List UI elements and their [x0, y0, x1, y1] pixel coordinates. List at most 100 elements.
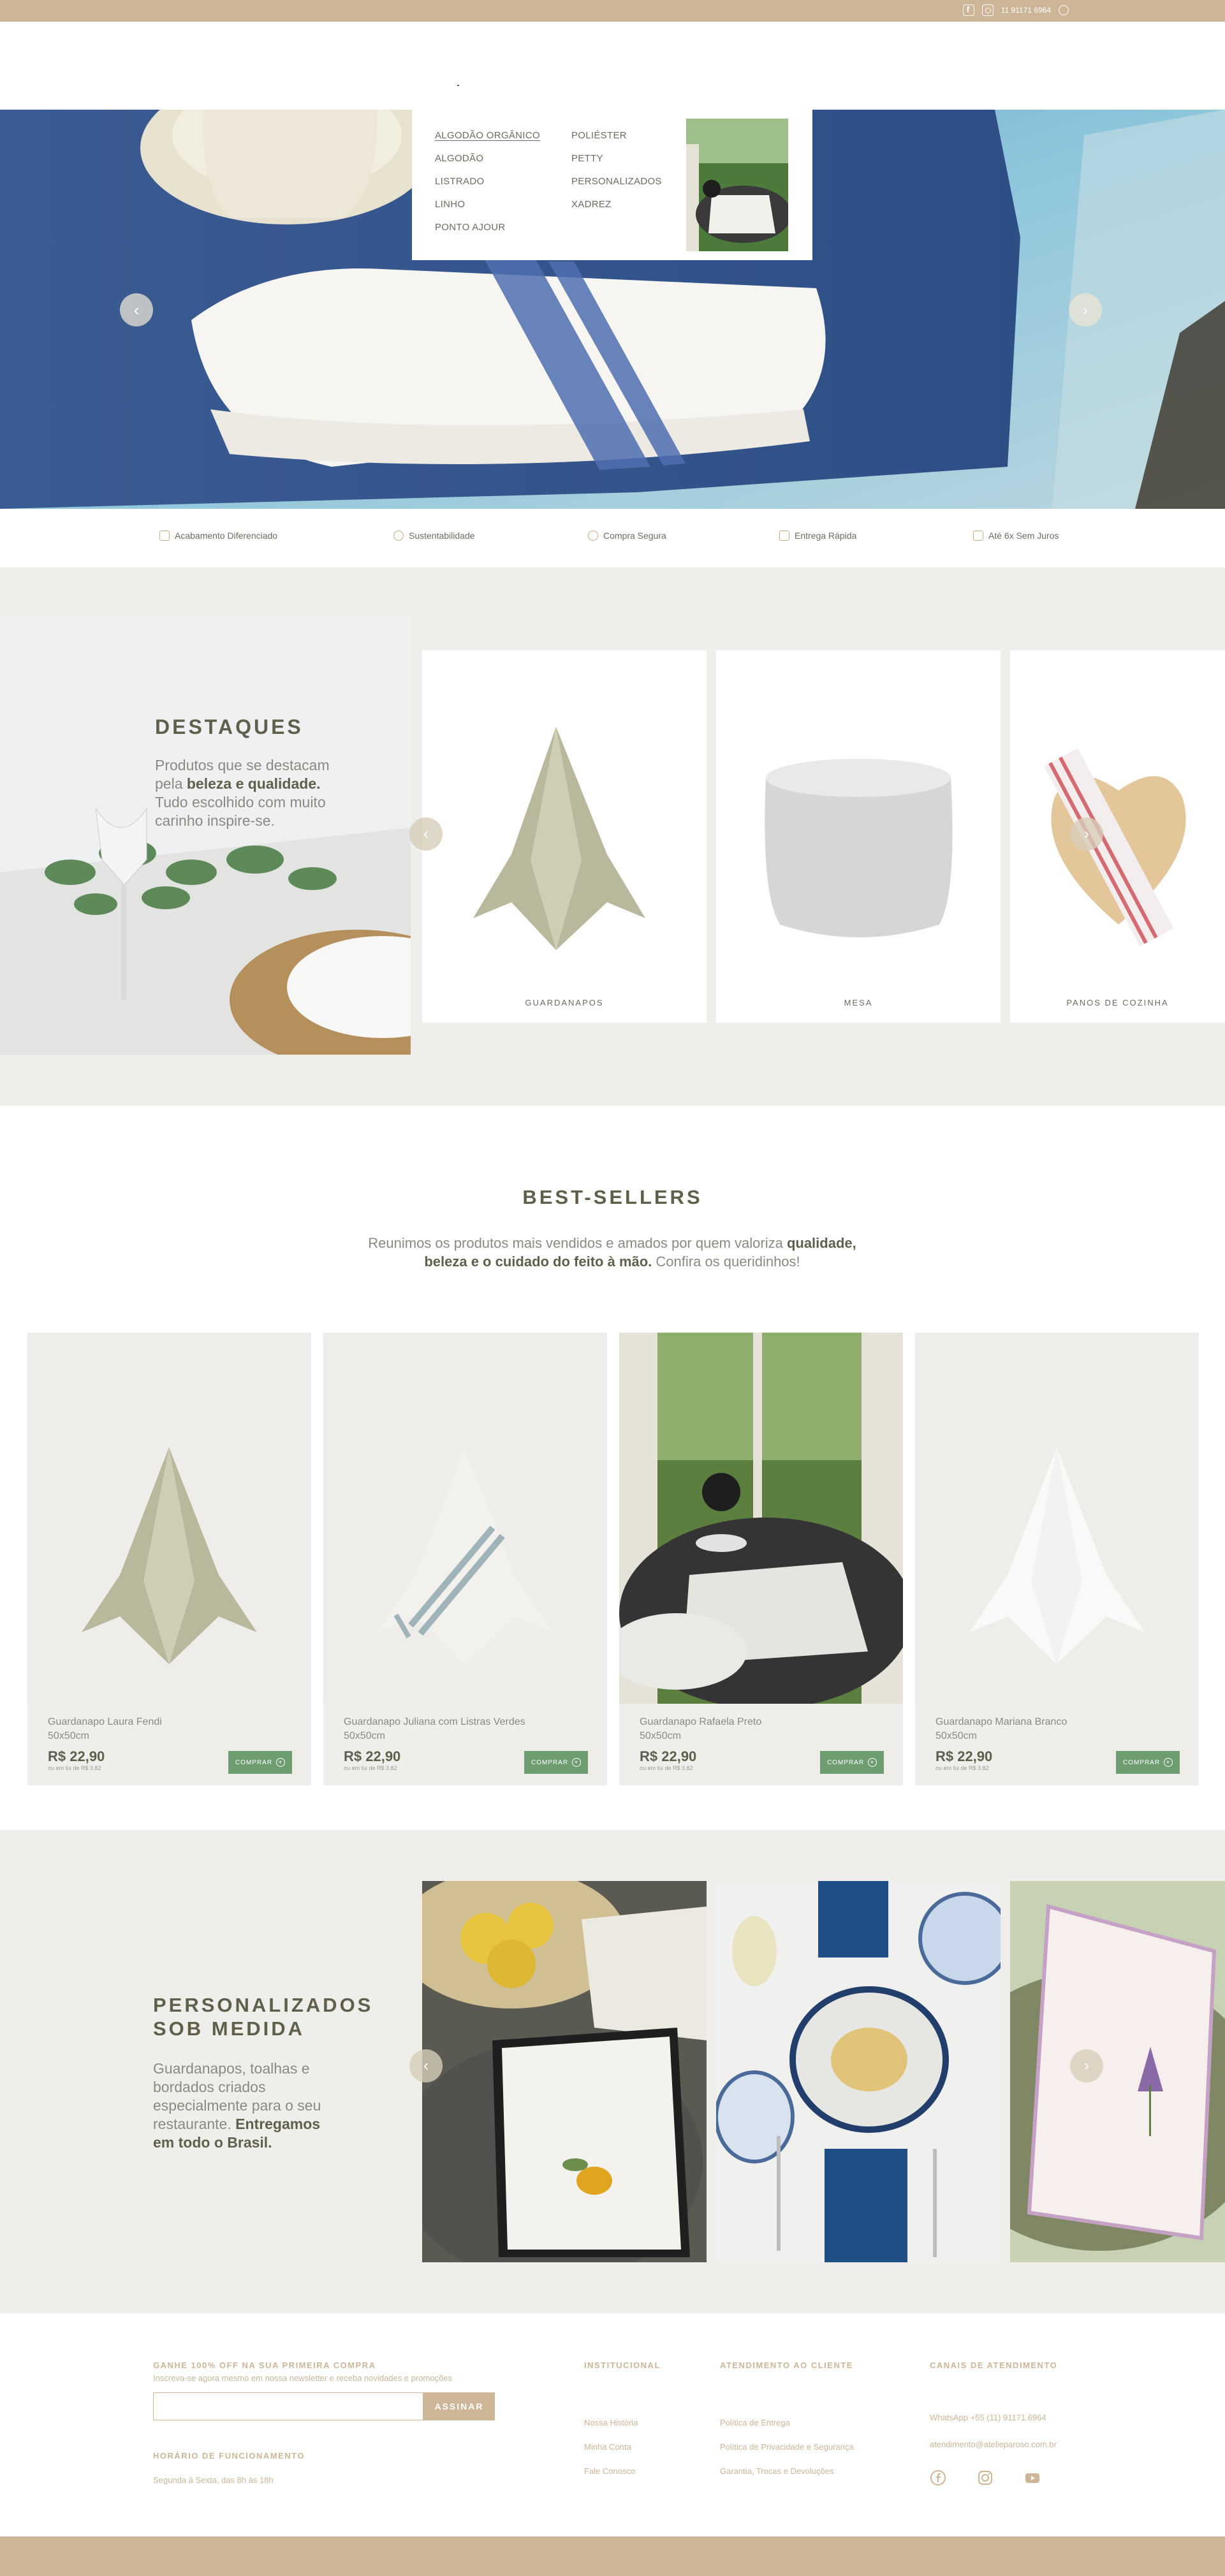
product-size: 50x50cm [48, 1731, 89, 1741]
footer-whatsapp[interactable]: WhatsApp +55 (11) 91171.6964 [930, 2413, 1046, 2422]
product-installments: ou em 6x de R$ 3,82 [935, 1765, 989, 1771]
newsletter-title: GANHE 100% OFF NA SUA PRIMEIRA COMPRA [153, 2360, 376, 2370]
product-card[interactable]: Guardanapo Rafaela Preto 50x50cm R$ 22,90… [619, 1333, 903, 1785]
feature-item: Entrega Rápida [779, 531, 856, 541]
category-dropdown-menu: ALGODÃO ORGÂNICO ALGODÃO LISTRADO LINHO … [412, 110, 812, 260]
feature-label: Entrega Rápida [795, 531, 857, 541]
bottom-bar [0, 2536, 1225, 2576]
personalizados-next-arrow[interactable]: › [1070, 2049, 1103, 2082]
bestsellers-text-part: Reunimos os produtos mais vendidos e ama… [368, 1235, 787, 1251]
product-card[interactable]: Guardanapo Laura Fendi 50x50cm R$ 22,90 o… [27, 1333, 311, 1785]
scissors-icon [159, 531, 170, 541]
buy-button[interactable]: COMPRAR + [228, 1751, 292, 1774]
product-size: 50x50cm [640, 1731, 681, 1741]
category-card-panos-de-cozinha[interactable]: PANOS DE COZINHA [1010, 650, 1225, 1023]
instagram-icon[interactable] [977, 2470, 994, 2486]
whatsapp-icon[interactable] [1059, 5, 1069, 15]
product-name: Guardanapo Rafaela Preto 50x50cm [640, 1715, 761, 1743]
category-label: GUARDANAPOS [525, 998, 604, 1007]
menu-item-ponto-ajour[interactable]: PONTO AJOUR [435, 222, 540, 233]
category-card-guardanapos[interactable]: GUARDANAPOS [422, 650, 707, 1023]
plus-icon: + [276, 1758, 286, 1767]
destaques-prev-arrow[interactable]: ‹ [409, 817, 443, 851]
product-installments: ou em 6x de R$ 3,82 [48, 1765, 101, 1771]
menu-item-petty[interactable]: PETTY [571, 153, 662, 164]
product-card[interactable]: Guardanapo Juliana com Listras Verdes 50x… [323, 1333, 607, 1785]
footer-link-politica-entrega[interactable]: Política de Entrega [720, 2418, 790, 2427]
menu-item-algodao[interactable]: ALGODÃO [435, 153, 540, 164]
product-image[interactable] [323, 1333, 607, 1704]
newsletter-subscribe-button[interactable]: ASSINAR [423, 2392, 495, 2420]
truck-icon [779, 531, 789, 541]
newsletter-text: Inscreva-se agora mesmo em nossa newslet… [153, 2373, 452, 2383]
facebook-icon[interactable] [930, 2470, 946, 2486]
plus-icon: + [1164, 1758, 1173, 1767]
bestsellers-text-part: Confira os queridinhos! [652, 1254, 800, 1270]
feature-label: Até 6x Sem Juros [988, 531, 1059, 541]
footer-link-nossa-historia[interactable]: Nossa História [584, 2418, 638, 2427]
site-footer: GANHE 100% OFF NA SUA PRIMEIRA COMPRA In… [0, 2313, 1225, 2536]
menu-item-personalizados[interactable]: PERSONALIZADOS [571, 176, 662, 187]
hero-next-arrow[interactable]: › [1069, 293, 1102, 326]
feature-item: Acabamento Diferenciado [159, 531, 277, 541]
footer-link-fale-conosco[interactable]: Fale Conosco [584, 2466, 635, 2476]
menu-item-algodao-organico[interactable]: ALGODÃO ORGÂNICO [435, 130, 540, 141]
buy-button-label: COMPRAR [826, 1759, 865, 1766]
destaques-text-bold: beleza e qualidade. [186, 775, 321, 792]
buy-button-label: COMPRAR [235, 1759, 273, 1766]
menu-item-xadrez[interactable]: XADREZ [571, 199, 662, 210]
menu-feature-image[interactable] [686, 119, 788, 251]
bestsellers-description: Reunimos os produtos mais vendidos e ama… [357, 1234, 867, 1271]
features-strip: Acabamento Diferenciado Sustentabilidade… [0, 509, 1225, 567]
youtube-icon[interactable] [1024, 2470, 1041, 2486]
topbar-phone[interactable]: 11 91171 6964 [1001, 6, 1051, 15]
buy-button[interactable]: COMPRAR + [1116, 1751, 1180, 1774]
buy-button-label: COMPRAR [1122, 1759, 1161, 1766]
product-image[interactable] [619, 1333, 903, 1704]
product-title: Guardanapo Juliana com Listras Verdes [344, 1716, 525, 1727]
product-price: R$ 22,90 [48, 1748, 105, 1764]
category-label: PANOS DE COZINHA [1066, 998, 1169, 1007]
product-price: R$ 22,90 [640, 1748, 697, 1764]
newsletter-email-input[interactable] [153, 2392, 423, 2420]
product-name: Guardanapo Juliana com Listras Verdes 50x… [344, 1715, 525, 1743]
panos-de-cozinha-image [1044, 748, 1186, 947]
product-price: R$ 22,90 [935, 1748, 993, 1764]
hero-prev-arrow[interactable]: ‹ [120, 293, 153, 326]
feature-item: Até 6x Sem Juros [973, 531, 1059, 541]
destaques-next-arrow[interactable]: › [1070, 817, 1103, 851]
leaf-icon [393, 531, 404, 541]
personalizados-image[interactable] [1010, 1881, 1225, 2262]
top-bar: 11 91171 6964 [0, 0, 1225, 22]
product-name: Guardanapo Mariana Branco 50x50cm [935, 1715, 1067, 1743]
buy-button[interactable]: COMPRAR + [524, 1751, 588, 1774]
facebook-icon[interactable] [962, 4, 974, 16]
footer-link-garantia-trocas[interactable]: Garantia, Trocas e Devoluções [720, 2466, 833, 2476]
footer-link-politica-privacidade[interactable]: Política de Privacidade e Segurança [720, 2442, 854, 2452]
footer-link-minha-conta[interactable]: Minha Conta [584, 2442, 631, 2452]
destaques-banner: DESTAQUES Produtos que se destacam pela … [0, 617, 411, 1055]
instagram-icon[interactable] [981, 4, 994, 16]
product-title: Guardanapo Laura Fendi [48, 1716, 162, 1727]
category-card-mesa[interactable]: MESA [716, 650, 1001, 1023]
guardanapos-image [473, 727, 645, 950]
product-card[interactable]: Guardanapo Mariana Branco 50x50cm R$ 22,9… [915, 1333, 1199, 1785]
product-image[interactable] [27, 1333, 311, 1704]
plus-icon: + [868, 1758, 877, 1767]
hours-text: Segunda à Sexta, das 8h às 18h [153, 2475, 274, 2485]
menu-item-listrado[interactable]: LISTRADO [435, 176, 540, 187]
product-image[interactable] [915, 1333, 1199, 1704]
menu-indicator [457, 85, 459, 86]
feature-label: Sustentabilidade [409, 531, 475, 541]
footer-email[interactable]: atendimento@atelieparoso.com.br [930, 2440, 1057, 2449]
menu-column-1: ALGODÃO ORGÂNICO ALGODÃO LISTRADO LINHO … [435, 130, 540, 233]
institucional-title: INSTITUCIONAL [584, 2360, 661, 2370]
destaques-title: DESTAQUES [155, 715, 304, 738]
personalizados-image[interactable] [422, 1881, 707, 2262]
personalizados-prev-arrow[interactable]: ‹ [409, 2049, 443, 2082]
atendimento-title: ATENDIMENTO AO CLIENTE [720, 2360, 853, 2370]
personalizados-image[interactable] [716, 1881, 1001, 2262]
menu-item-linho[interactable]: LINHO [435, 199, 540, 210]
menu-item-poliester[interactable]: POLIÉSTER [571, 130, 662, 141]
buy-button[interactable]: COMPRAR + [820, 1751, 884, 1774]
